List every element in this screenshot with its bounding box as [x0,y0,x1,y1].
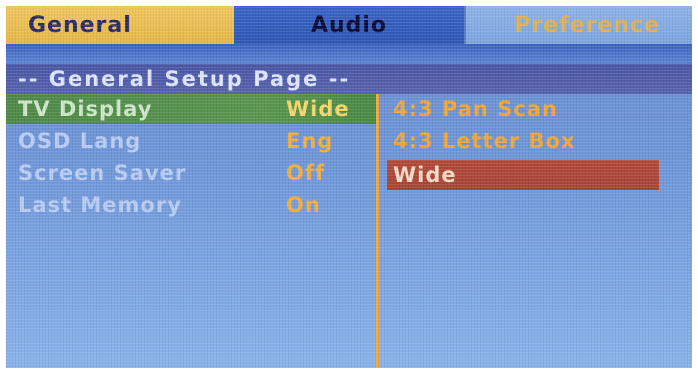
menu-item-value: On [286,193,321,217]
page-title: -- General Setup Page -- [6,64,692,94]
tab-general[interactable]: General [6,6,234,44]
menu-item-screen-saver[interactable]: Screen Saver Off [6,158,376,188]
option-wide[interactable]: Wide [387,160,659,190]
menu-item-tv-display[interactable]: TV Display Wide [6,94,376,124]
tab-audio[interactable]: Audio [234,6,464,44]
menu-item-value: Wide [286,97,350,121]
tab-bar: General Audio Preference [6,6,692,44]
options-list: 4:3 Pan Scan 4:3 Letter Box Wide [376,94,692,368]
menu-item-osd-lang[interactable]: OSD Lang Eng [6,126,376,156]
menu-item-value: Off [286,161,326,185]
menu-item-last-memory[interactable]: Last Memory On [6,190,376,220]
tab-underbar [6,44,692,64]
menu-item-label: Last Memory [18,193,182,217]
option-letter-box[interactable]: 4:3 Letter Box [387,126,651,156]
menu-item-label: TV Display [18,97,153,121]
menu-item-label: OSD Lang [18,129,142,153]
osd-screen: General Audio Preference -- General Setu… [6,6,692,368]
menu-item-value: Eng [286,129,334,153]
menu-item-label: Screen Saver [18,161,187,185]
option-pan-scan[interactable]: 4:3 Pan Scan [387,94,651,124]
tab-preference[interactable]: Preference [464,6,692,44]
